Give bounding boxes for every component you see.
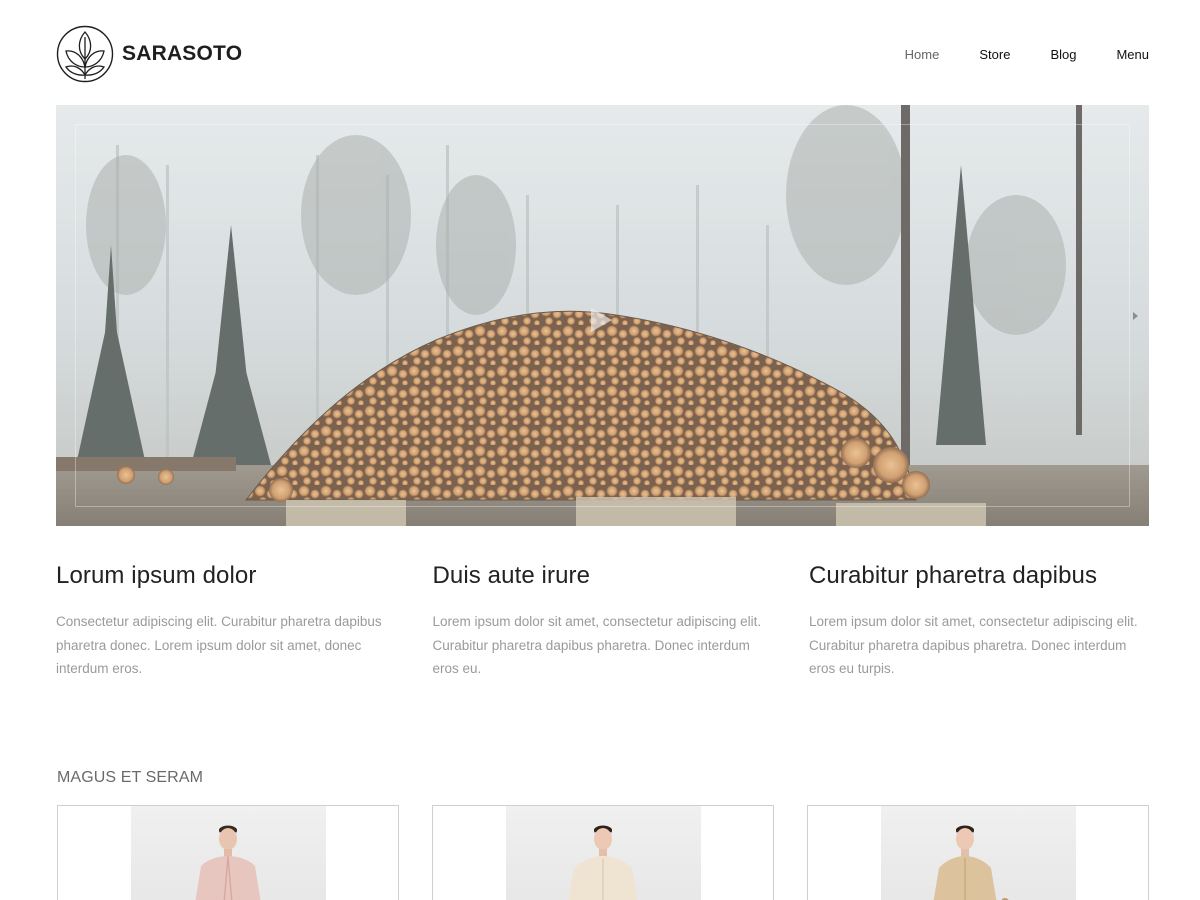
nav-item-blog[interactable]: Blog: [1050, 47, 1076, 62]
site-header: SARASOTO Home Store Blog Menu: [56, 22, 1149, 86]
hero-banner: [56, 105, 1149, 526]
feature-column: Duis aute irure Lorem ipsum dolor sit am…: [433, 562, 773, 681]
play-icon: [591, 308, 612, 332]
feature-title: Lorum ipsum dolor: [56, 562, 257, 589]
features-section: Lorum ipsum dolor Consectetur adipiscing…: [56, 562, 1149, 681]
product-card[interactable]: [432, 805, 774, 900]
feature-text: Lorem ipsum dolor sit amet, consectetur …: [809, 614, 1138, 676]
product-card[interactable]: [57, 805, 399, 900]
product-card[interactable]: [807, 805, 1149, 900]
product-image: [131, 806, 326, 900]
feature-column: Lorum ipsum dolor Consectetur adipiscing…: [56, 562, 396, 681]
product-image: [506, 806, 701, 900]
feature-title: Curabitur pharetra dapibus: [809, 562, 1098, 589]
chevron-right-icon[interactable]: [1129, 309, 1143, 323]
nav-item-menu[interactable]: Menu: [1116, 47, 1149, 62]
feature-title: Duis aute irure: [432, 562, 591, 589]
product-image: [881, 806, 1076, 900]
nav-item-store[interactable]: Store: [979, 47, 1010, 62]
feature-column: Curabitur pharetra dapibus Lorem ipsum d…: [809, 562, 1149, 681]
play-button[interactable]: [586, 305, 616, 335]
feature-text: Lorem ipsum dolor sit amet, consectetur …: [432, 614, 762, 676]
feature-text: Consectetur adipiscing elit. Curabitur p…: [56, 614, 382, 676]
product-grid: [57, 805, 1149, 900]
nav-item-home[interactable]: Home: [905, 47, 940, 62]
leaf-logo-icon: [56, 25, 114, 83]
section-title: MAGUS ET SERAM: [57, 769, 204, 786]
brand-name: SARASOTO: [122, 42, 243, 65]
main-nav: Home Store Blog Menu: [905, 47, 1149, 62]
brand[interactable]: SARASOTO: [56, 23, 242, 85]
